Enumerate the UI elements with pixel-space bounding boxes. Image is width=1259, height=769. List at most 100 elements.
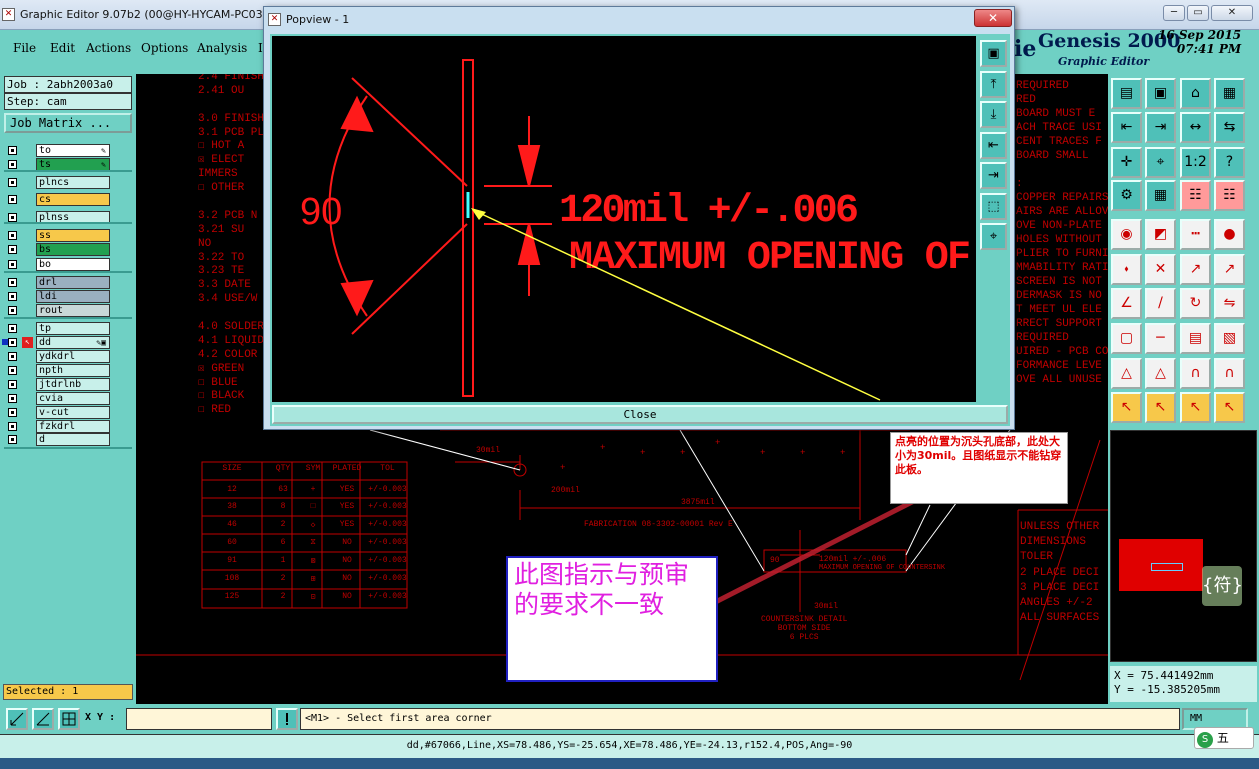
layer-name[interactable]: cvia (36, 392, 110, 405)
layer-checkbox[interactable] (8, 422, 17, 431)
circle-icon[interactable]: ● (1214, 219, 1245, 250)
overview-minimap[interactable] (1110, 430, 1257, 662)
layer-checkbox[interactable] (8, 380, 17, 389)
layer-row-tp[interactable]: tp (6, 322, 110, 335)
layer-name[interactable]: fzkdrl (36, 420, 110, 433)
layer-name[interactable]: bs (36, 243, 110, 256)
layer-name[interactable]: jtdrlnb (36, 378, 110, 391)
zoom-right-icon[interactable]: ⇥ (1145, 112, 1176, 143)
layer-checkbox[interactable] (8, 178, 17, 187)
alert-icon[interactable] (276, 708, 298, 730)
layer-checkbox[interactable] (8, 306, 17, 315)
layer-checkbox[interactable] (8, 146, 17, 155)
layer-name[interactable]: d (36, 433, 110, 446)
layer-row-bo[interactable]: bo (6, 258, 110, 271)
layer-row-ydkdrl[interactable]: ydkdrl (6, 350, 110, 363)
layer-row-d[interactable]: d (6, 433, 110, 446)
layer-checkbox[interactable] (8, 195, 17, 204)
layer-name[interactable]: tp (36, 322, 110, 335)
scale-1-2-icon[interactable]: 1:2 (1180, 147, 1211, 178)
layer-checkbox[interactable] (8, 245, 17, 254)
layer-name[interactable]: rout (36, 304, 110, 317)
measure-box-icon[interactable]: ▤ (1180, 323, 1211, 354)
layer-name[interactable]: to ✎ (36, 144, 110, 157)
layer-checkbox[interactable] (8, 435, 17, 444)
layer-checkbox[interactable] (8, 160, 17, 169)
connect-icon[interactable]: ⬪ (1111, 254, 1142, 285)
mirror-icon[interactable]: ⇋ (1214, 288, 1245, 319)
popview-close-button[interactable]: Close (272, 405, 1008, 424)
zoom-home-icon[interactable]: ▣ (980, 40, 1007, 67)
open-icon[interactable]: ▤ (1111, 78, 1142, 109)
layer-row-dd[interactable]: ↖ dd ✎▣ (2, 336, 110, 349)
zoom-fit-icon[interactable]: ⬚ (980, 192, 1007, 220)
line-add-icon[interactable]: ─ (1145, 323, 1176, 354)
layer-checkbox[interactable] (8, 366, 17, 375)
layer-checkbox[interactable] (8, 278, 17, 287)
layer-checkbox[interactable] (8, 352, 17, 361)
layer-name[interactable]: v-cut (36, 406, 110, 419)
zoom-all-icon[interactable]: ⌖ (980, 223, 1007, 250)
menu-edit[interactable]: Edit (50, 41, 75, 55)
center-icon[interactable]: ⌖ (1145, 147, 1176, 178)
layer-checkbox[interactable] (8, 292, 17, 301)
zoom-left-icon[interactable]: ⇤ (1111, 112, 1142, 143)
layer-name[interactable]: cs (36, 193, 110, 206)
layer-row-bs[interactable]: bs (6, 243, 110, 256)
arc-icon[interactable]: ∩ (1180, 358, 1211, 389)
layer-row-jtdrlnb[interactable]: jtdrlnb (6, 378, 110, 391)
ruler-icon[interactable]: ┅ (1180, 219, 1211, 250)
zoom-down-icon[interactable]: ⤓ (980, 101, 1007, 128)
layer-row-vcut[interactable]: v-cut (6, 406, 110, 419)
angle-icon[interactable]: ∠ (1111, 288, 1142, 319)
layer-checkbox[interactable] (8, 213, 17, 222)
zoom-fit-icon[interactable]: ↔ (1180, 112, 1211, 143)
grid-tool-icon[interactable] (58, 708, 80, 730)
layer-row-to[interactable]: to ✎ (6, 144, 110, 157)
xy-input[interactable] (126, 708, 272, 730)
layer-name[interactable]: dd ✎▣ (36, 336, 110, 349)
save-icon[interactable]: ▣ (1145, 78, 1176, 109)
pad-icon[interactable]: ◉ (1111, 219, 1142, 250)
pointer-zoom-icon[interactable]: ↖ (1180, 392, 1211, 423)
measure-tool-icon[interactable] (32, 708, 54, 730)
layer-row-ss[interactable]: ss (6, 229, 110, 242)
layer-row-cvia[interactable]: cvia (6, 392, 110, 405)
layer-checkbox[interactable] (8, 394, 17, 403)
pan-icon[interactable]: ✛ (1111, 147, 1142, 178)
layer-row-fzkdrl[interactable]: fzkdrl (6, 420, 110, 433)
layer-name[interactable]: drl (36, 276, 110, 289)
close-window-button[interactable]: ✕ (1211, 5, 1253, 21)
copy-icon[interactable]: ↗ (1214, 254, 1245, 285)
snap-tool-icon[interactable] (6, 708, 28, 730)
minimize-button[interactable]: ─ (1163, 5, 1185, 21)
layer-row-plncs[interactable]: plncs (6, 176, 110, 189)
move-point-icon[interactable]: ↗ (1180, 254, 1211, 285)
line-icon[interactable]: / (1145, 288, 1176, 319)
select-fill-icon[interactable]: ◩ (1145, 219, 1176, 250)
mask-icon[interactable]: ▧ (1214, 323, 1245, 354)
zoom-step-icon[interactable]: ⇆ (1214, 112, 1245, 143)
zoom-right-icon[interactable]: ⇥ (980, 162, 1007, 189)
pointer-snap-icon[interactable]: ↖ (1214, 392, 1245, 423)
restore-button[interactable]: ▭ (1187, 5, 1209, 21)
zoom-up-icon[interactable]: ⤒ (980, 70, 1007, 98)
menu-options[interactable]: Options (141, 41, 188, 55)
layer-checkbox[interactable] (8, 408, 17, 417)
layer-name[interactable]: npth (36, 364, 110, 377)
layer-row-rout[interactable]: rout (6, 304, 110, 317)
layer-row-drl[interactable]: drl (6, 276, 110, 289)
fu-overlay-icon[interactable]: {符} (1202, 566, 1243, 606)
layer-checkbox[interactable] (8, 338, 17, 347)
popview-canvas[interactable]: 90 120mil +/-.006 MAXIMUM OPENING OF (272, 36, 976, 402)
layer-name[interactable]: ldi (36, 290, 110, 303)
job-matrix-button[interactable]: Job Matrix ... (4, 113, 132, 133)
cross-icon[interactable]: ✕ (1145, 254, 1176, 285)
layer-row-cs[interactable]: cs (6, 193, 110, 206)
home-icon[interactable]: ⌂ (1180, 78, 1211, 109)
menu-analysis[interactable]: Analysis (197, 41, 247, 55)
layer-name[interactable]: ydkdrl (36, 350, 110, 363)
layer-name[interactable]: plncs (36, 176, 110, 189)
arc-sel-icon[interactable]: ∩ (1214, 358, 1245, 389)
layer-checkbox[interactable] (8, 260, 17, 269)
